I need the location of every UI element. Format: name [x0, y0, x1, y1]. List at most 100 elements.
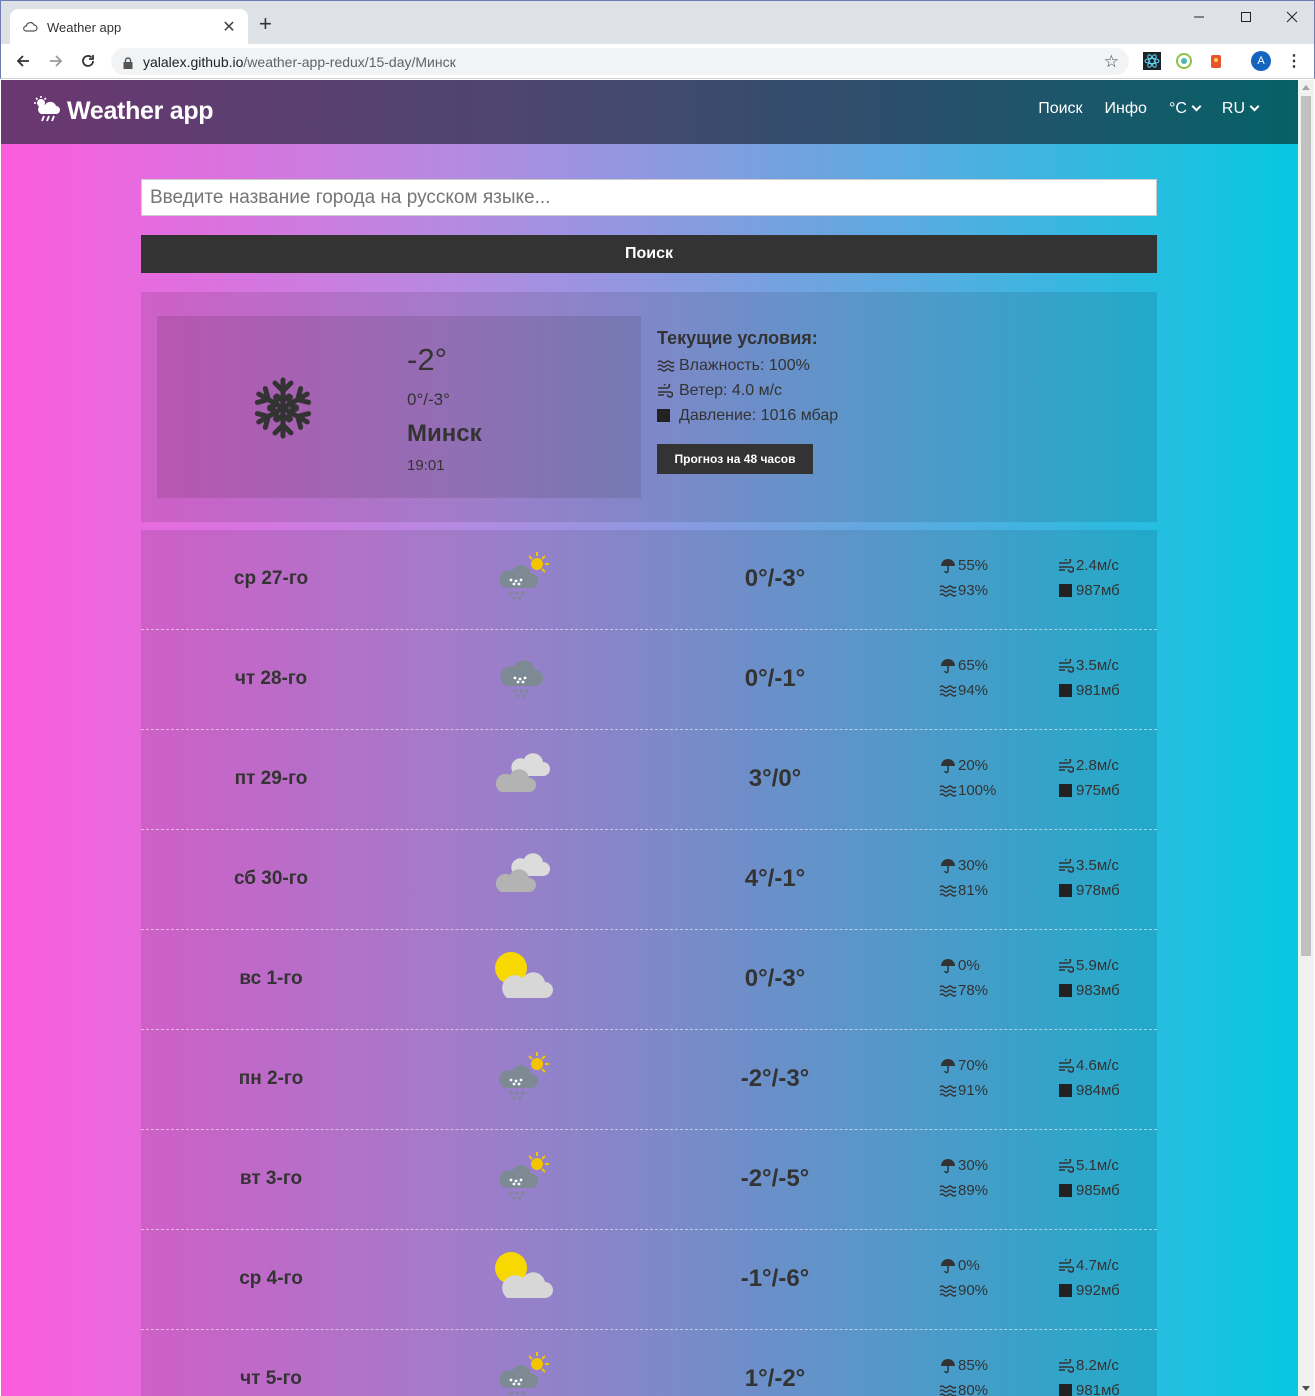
- pressure-stat: 978мб: [1057, 882, 1120, 899]
- language-label: RU: [1221, 100, 1245, 117]
- day-name: чт 28-го: [234, 668, 308, 689]
- pressure-stat: 981мб: [1057, 682, 1120, 699]
- browser-tab-strip: Weather app ✕ +: [0, 0, 1315, 45]
- forecast-day-row: ср 27-го 0°/-3° 55% 93% 2.4м/с 987мб: [141, 530, 1157, 630]
- address-bar[interactable]: yalalex.github.io/weather-app-redux/15-d…: [111, 48, 1129, 75]
- humidity-stat: 94%: [939, 682, 988, 699]
- humidity-stat: 80%: [939, 1382, 988, 1396]
- wind-icon: [1057, 1158, 1075, 1173]
- wind-icon: [1057, 658, 1075, 673]
- close-window-icon[interactable]: [1269, 7, 1315, 27]
- forecast-48h-button[interactable]: Прогноз на 48 часов: [657, 444, 813, 474]
- humidity-value: 89%: [958, 1182, 989, 1199]
- extension-tool-icon[interactable]: [1207, 52, 1225, 70]
- humidity-waves-icon: [939, 884, 957, 897]
- units-dropdown[interactable]: °C: [1168, 100, 1202, 118]
- profile-avatar[interactable]: A: [1251, 51, 1271, 71]
- wind-stat: 2.8м/с: [1057, 757, 1119, 774]
- search-button[interactable]: Поиск: [141, 235, 1157, 273]
- pressure-stat: 985мб: [1057, 1182, 1120, 1199]
- forward-arrow-icon[interactable]: [46, 51, 66, 71]
- humidity-stat: 78%: [939, 982, 988, 999]
- humidity-value: 78%: [958, 982, 989, 999]
- forecast-day-row: вт 3-го -2°/-5° 30% 89% 5.1м/с 985мб: [141, 1130, 1157, 1230]
- precip-value: 0%: [958, 1257, 980, 1274]
- wind-value: 8.2м/с: [1076, 1357, 1119, 1374]
- wind-value: 3.5м/с: [1076, 657, 1119, 674]
- cloud-favicon-icon: [22, 19, 38, 35]
- language-dropdown[interactable]: RU: [1221, 100, 1260, 118]
- humidity-waves-icon: [939, 784, 957, 797]
- wind-row: Ветер: 4.0 м/с: [657, 382, 838, 400]
- units-label: °C: [1168, 100, 1187, 117]
- umbrella-icon: [939, 758, 957, 774]
- humidity-stat: 89%: [939, 1182, 988, 1199]
- wind-value: 4.6м/с: [1076, 1057, 1119, 1074]
- scroll-up-arrow-icon[interactable]: [1302, 85, 1310, 90]
- precip-stat: 20%: [939, 757, 988, 774]
- browser-tab[interactable]: Weather app ✕: [10, 9, 248, 45]
- scrollbar-thumb[interactable]: [1301, 96, 1311, 956]
- current-conditions: Текущие условия: Влажность: 100% Ветер: …: [657, 328, 838, 432]
- snowflake-icon: [251, 376, 315, 440]
- city-search-input[interactable]: [141, 179, 1157, 216]
- precip-value: 85%: [958, 1357, 989, 1374]
- day-name: вт 3-го: [239, 1168, 303, 1189]
- umbrella-icon: [939, 858, 957, 874]
- humidity-value: 93%: [958, 582, 989, 599]
- brand-link[interactable]: Weather app: [33, 96, 214, 127]
- bookmark-star-icon[interactable]: ☆: [1104, 52, 1119, 72]
- react-devtools-icon[interactable]: [1143, 52, 1161, 70]
- humidity-value: 81%: [958, 882, 989, 899]
- wind-stat: 4.6м/с: [1057, 1057, 1119, 1074]
- new-tab-icon[interactable]: +: [259, 13, 272, 35]
- humidity-value: 94%: [958, 682, 989, 699]
- pressure-stat: 987мб: [1057, 582, 1120, 599]
- precip-value: 20%: [958, 757, 989, 774]
- daily-forecast-list: ср 27-го 0°/-3° 55% 93% 2.4м/с 987мб чт 28-го 0…: [141, 530, 1157, 1396]
- chevron-down-icon: [1191, 101, 1202, 112]
- pressure-stat: 981мб: [1057, 1382, 1120, 1396]
- forecast-day-row: сб 30-го 4°/-1° 30% 81% 3.5м/с 978мб: [141, 830, 1157, 930]
- forecast-day-row: ср 4-го -1°/-6° 0% 90% 4.7м/с 992мб: [141, 1230, 1157, 1330]
- wind-text: Ветер: 4.0 м/с: [679, 382, 783, 399]
- scroll-down-arrow-icon[interactable]: [1302, 1386, 1310, 1391]
- umbrella-icon: [939, 958, 957, 974]
- reload-icon[interactable]: [78, 51, 98, 71]
- snow-sun-cloud-icon: [493, 1350, 557, 1396]
- page-scrollbar[interactable]: [1298, 80, 1314, 1396]
- humidity-waves-icon: [939, 1184, 957, 1197]
- humidity-waves-icon: [939, 584, 957, 597]
- current-weather-panel: -2° 0°/-3° Минск 19:01 Текущие условия: …: [141, 292, 1157, 522]
- nav-info-link[interactable]: Инфо: [1105, 100, 1147, 118]
- day-temp-range: -2°/-3°: [740, 1065, 810, 1092]
- minimize-icon[interactable]: [1176, 7, 1222, 27]
- tab-close-icon[interactable]: ✕: [220, 17, 238, 37]
- day-temp-range: 4°/-1°: [744, 865, 806, 892]
- pressure-value: 981мб: [1076, 682, 1120, 699]
- back-arrow-icon[interactable]: [13, 51, 33, 71]
- forecast-day-row: чт 5-го 1°/-2° 85% 80% 8.2м/с 981мб: [141, 1330, 1157, 1396]
- pressure-value: 984мб: [1076, 1082, 1120, 1099]
- city-name: Минск: [407, 420, 482, 447]
- humidity-stat: 100%: [939, 782, 996, 799]
- day-temp-range: 3°/0°: [748, 765, 802, 792]
- umbrella-icon: [939, 1158, 957, 1174]
- humidity-row: Влажность: 100%: [657, 357, 838, 375]
- wind-value: 5.9м/с: [1076, 957, 1119, 974]
- nav-search-link[interactable]: Поиск: [1038, 100, 1082, 118]
- forecast-day-row: чт 28-го 0°/-1° 65% 94% 3.5м/с 981мб: [141, 630, 1157, 730]
- wind-value: 2.4м/с: [1076, 557, 1119, 574]
- snow-sun-cloud-icon: [493, 1050, 557, 1104]
- main-nav: Поиск Инфо °C RU: [1038, 100, 1260, 118]
- maximize-icon[interactable]: [1223, 7, 1269, 27]
- browser-toolbar: yalalex.github.io/weather-app-redux/15-d…: [0, 44, 1315, 79]
- precip-value: 65%: [958, 657, 989, 674]
- extension-circle-icon[interactable]: [1175, 52, 1193, 70]
- wind-stat: 2.4м/с: [1057, 557, 1119, 574]
- humidity-waves-icon: [939, 1284, 957, 1297]
- wind-value: 5.1м/с: [1076, 1157, 1119, 1174]
- overcast-icon: [493, 850, 557, 904]
- browser-menu-icon[interactable]: ⋮: [1285, 52, 1303, 70]
- pressure-square-icon: [657, 409, 675, 423]
